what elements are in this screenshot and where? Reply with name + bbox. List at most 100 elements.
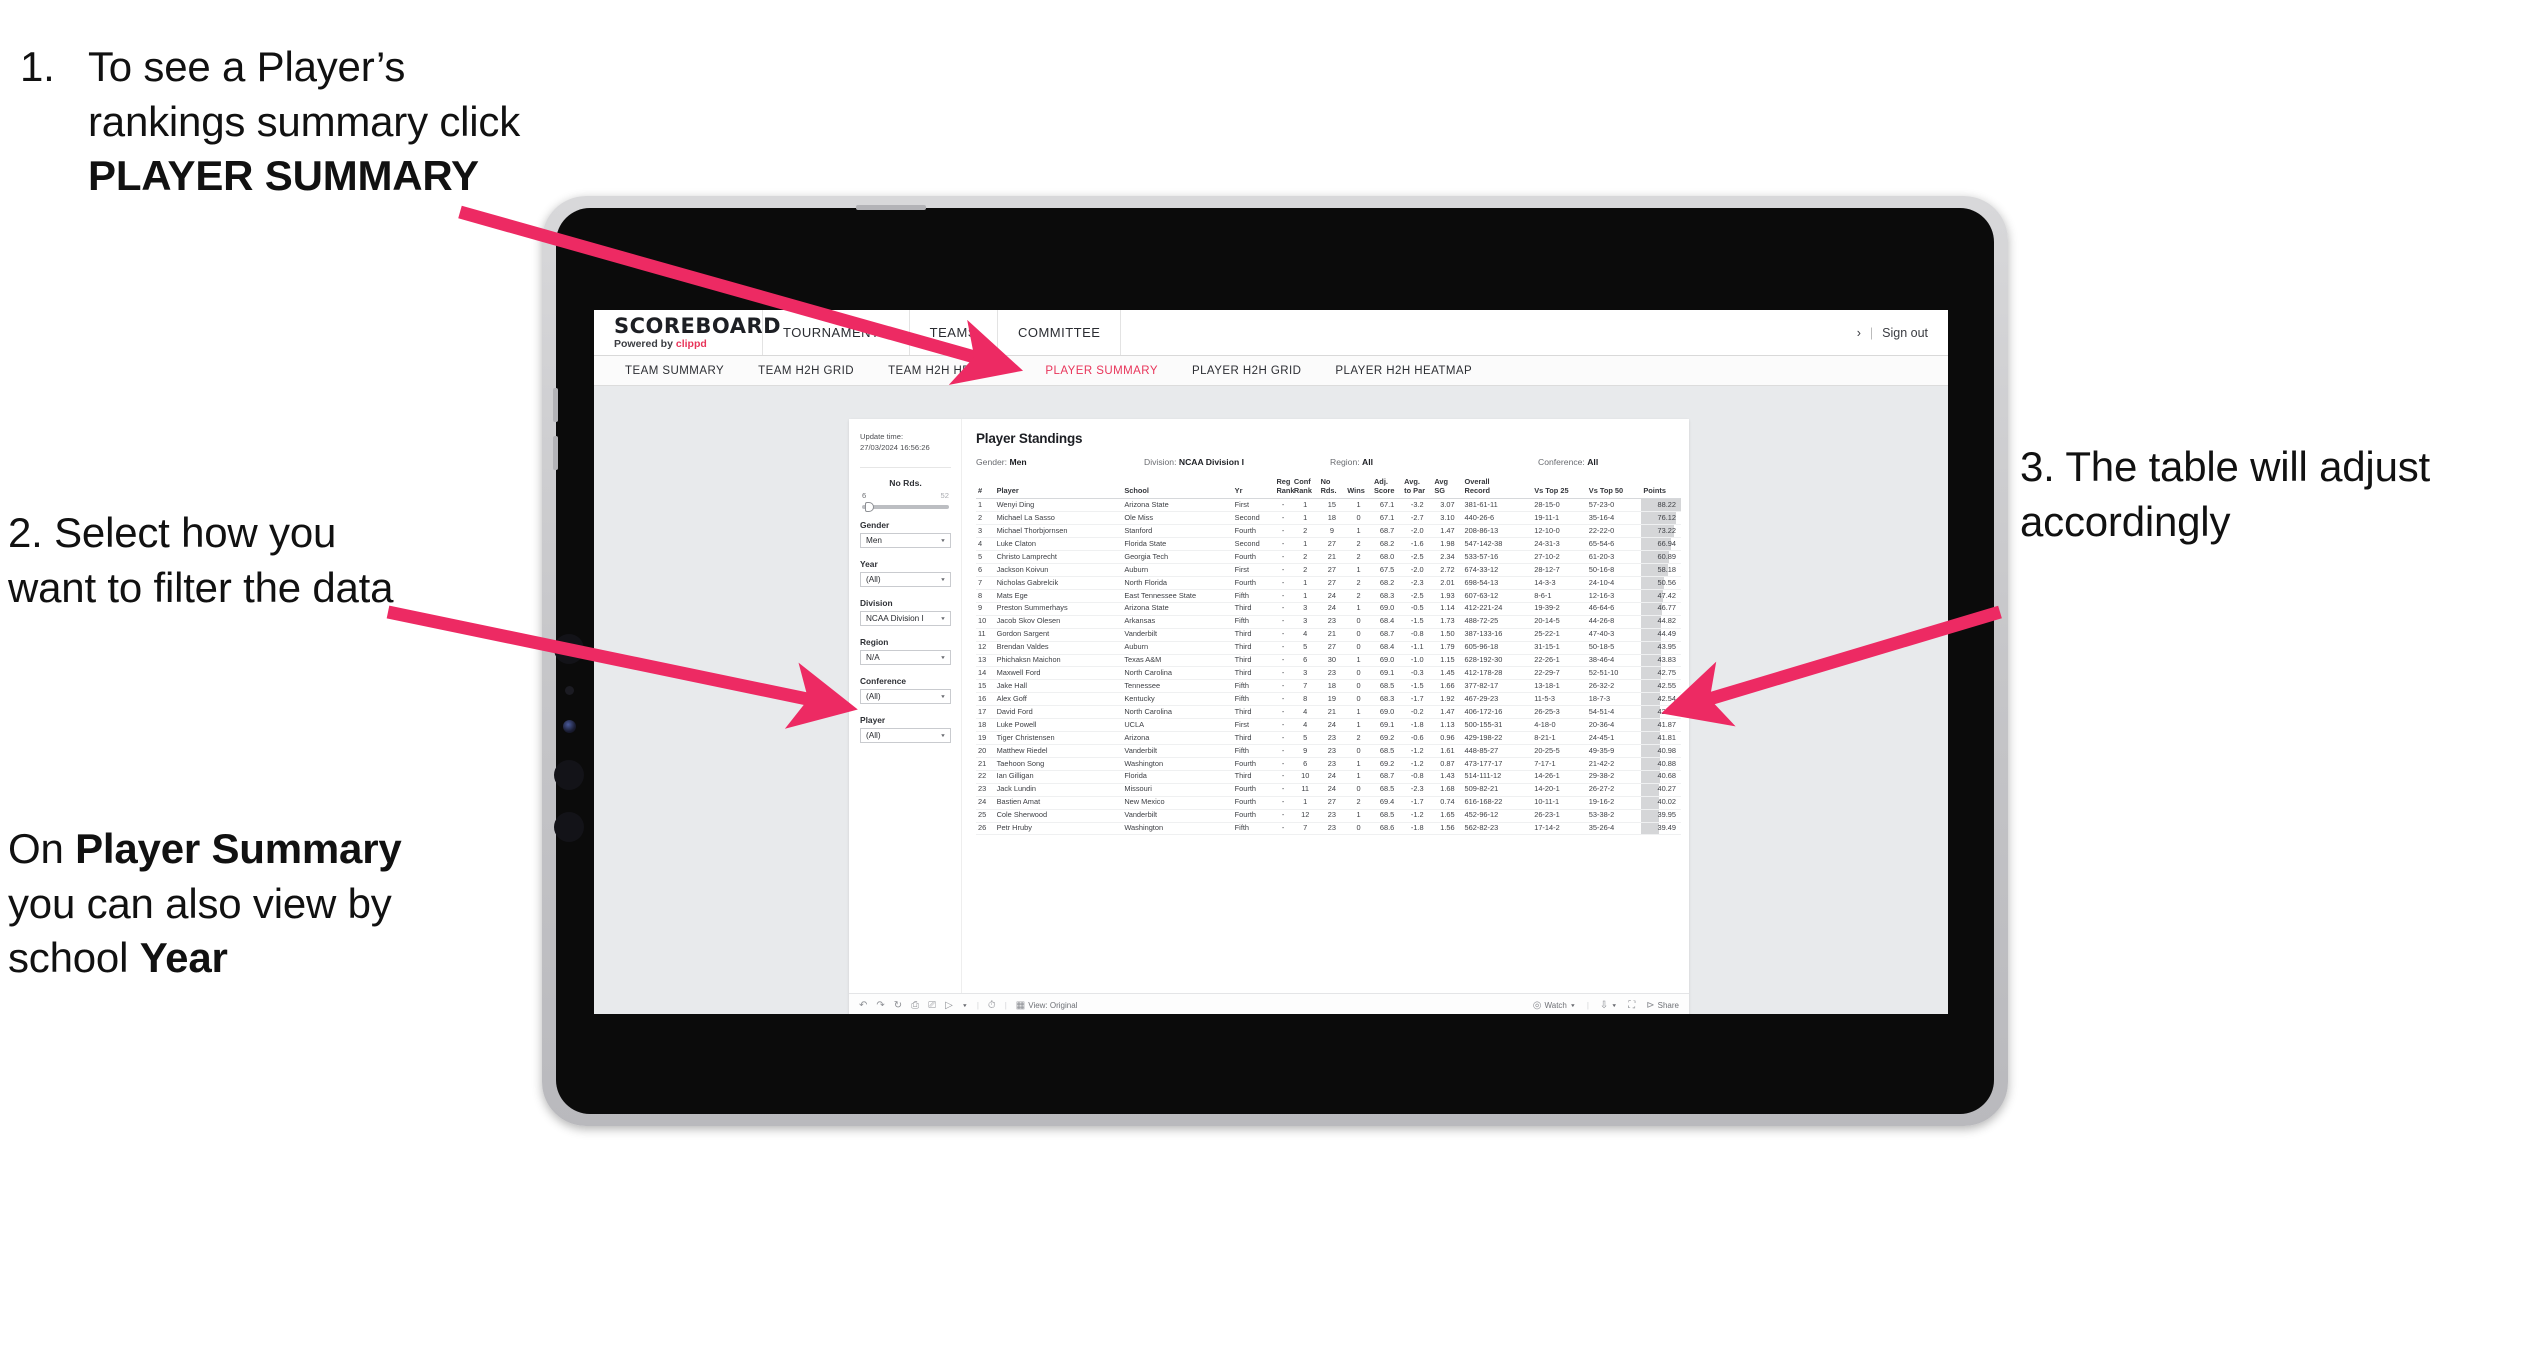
cell-reg-rank: - bbox=[1274, 666, 1292, 681]
filter-region-label: Region bbox=[860, 637, 889, 647]
col-adj-score[interactable]: Adj. Score bbox=[1371, 477, 1403, 500]
cell-player: Ian Gilligan bbox=[994, 770, 1123, 784]
col-player[interactable]: Player bbox=[994, 478, 1123, 500]
cell-school: Kentucky bbox=[1122, 692, 1233, 707]
col-conf-rank[interactable]: Conf Rank bbox=[1291, 477, 1319, 500]
user-menu-icon[interactable]: › bbox=[1857, 326, 1861, 340]
table-row[interactable]: 23 Jack Lundin Missouri Fourth -11 24 0 68.5 -2.… bbox=[976, 783, 1681, 797]
col-avg-to-par[interactable]: Avg. to Par bbox=[1402, 477, 1433, 500]
filter-no-rds: No Rds. 6 52 bbox=[860, 478, 951, 512]
col-wins[interactable]: Wins bbox=[1345, 478, 1372, 500]
table-row[interactable]: 15 Jake Hall Tennessee Fifth -7 18 0 68.5 -1.5 1.… bbox=[976, 679, 1681, 694]
cell-yr: Third bbox=[1232, 628, 1275, 642]
table-row[interactable]: 6 Jackson Koivun Auburn First -2 27 1 67.5 -2.0 2… bbox=[976, 563, 1681, 577]
filter-division-select[interactable]: NCAA Division I ▼ bbox=[860, 611, 951, 626]
table-row[interactable]: 20 Matthew Riedel Vanderbilt Fifth -9 23 0 68.5… bbox=[976, 744, 1681, 758]
table-row[interactable]: 16 Alex Goff Kentucky Fifth -8 19 0 68.3 -1.7 1.9… bbox=[976, 692, 1681, 707]
cell-school: Auburn bbox=[1122, 563, 1233, 577]
sign-out-link[interactable]: Sign out bbox=[1882, 326, 1928, 340]
header-divider: | bbox=[1869, 325, 1874, 340]
cell-avg-sg: 1.13 bbox=[1432, 718, 1463, 733]
watch-button[interactable]: ◎ Watch ▼ bbox=[1533, 1000, 1576, 1011]
table-row[interactable]: 25 Cole Sherwood Vanderbilt Fourth -12 23 1 68.… bbox=[976, 809, 1681, 823]
cell-rank: 23 bbox=[976, 783, 995, 797]
col-vs-top25[interactable]: Vs Top 25 bbox=[1532, 478, 1587, 500]
cell-yr: Third bbox=[1232, 666, 1275, 681]
fullscreen-icon[interactable]: ⛶ bbox=[1628, 1000, 1635, 1011]
table-row[interactable]: 5 Christo Lamprecht Georgia Tech Fourth -2 21… bbox=[976, 550, 1681, 565]
undo-icon[interactable]: ↶ bbox=[859, 1000, 867, 1011]
table-row[interactable]: 13 Phichaksn Maichon Texas A&M Third -6 30 1 69… bbox=[976, 654, 1681, 668]
table-row[interactable]: 4 Luke Claton Florida State Second -1 27 2 68.2… bbox=[976, 537, 1681, 552]
refresh-icon[interactable]: ⎙ bbox=[911, 1000, 919, 1011]
download-button[interactable]: ⇩ ▼ bbox=[1600, 1000, 1617, 1011]
table-row[interactable]: 12 Brendan Valdes Auburn Third -5 27 0 68.4 -1.1… bbox=[976, 641, 1681, 655]
cell-wins: 2 bbox=[1345, 796, 1372, 810]
pause-updates-icon[interactable]: ⎚ bbox=[928, 1000, 936, 1011]
primary-nav: TOURNAMENTS TEAMS COMMITTEE bbox=[762, 310, 1122, 355]
filter-conference-select[interactable]: (All) ▼ bbox=[860, 689, 951, 704]
col-vs-top50[interactable]: Vs Top 50 bbox=[1586, 478, 1642, 500]
table-row[interactable]: 21 Taehoon Song Washington Fourth -6 23 1 69.2-… bbox=[976, 757, 1681, 771]
table-row[interactable]: 14 Maxwell Ford North Carolina Third -3 23 0 69… bbox=[976, 666, 1681, 681]
tab-team-h2h-grid[interactable]: TEAM H2H GRID bbox=[741, 365, 871, 377]
col-overall-record[interactable]: Overall Record bbox=[1462, 477, 1533, 500]
col-avg-sg[interactable]: Avg SG bbox=[1432, 477, 1463, 500]
table-row[interactable]: 11 Gordon Sargent Vanderbilt Third -4 21 0 68.7… bbox=[976, 628, 1681, 642]
table-row[interactable]: 26 Petr Hruby Washington Fifth -7 23 0 68.6 -1.8… bbox=[976, 822, 1681, 836]
table-row[interactable]: 18 Luke Powell UCLA First -4 24 1 69.1 -1.8 1.13 5… bbox=[976, 718, 1681, 733]
table-row[interactable]: 2 Michael La Sasso Ole Miss Second -1 18 0 67.1… bbox=[976, 511, 1681, 526]
table-row[interactable]: 22 Ian Gilligan Florida Third -10 24 1 68.7 -0.8… bbox=[976, 770, 1681, 784]
table-row[interactable]: 8 Mats Ege East Tennessee State Fifth -1 24 2 6… bbox=[976, 589, 1681, 603]
table-row[interactable]: 3 Michael Thorbjornsen Stanford Fourth -2 9 1 6… bbox=[976, 524, 1681, 539]
col-wins-l1: Wins bbox=[1347, 485, 1365, 495]
cell-player: Wenyi Ding bbox=[994, 498, 1123, 513]
tab-player-h2h-grid[interactable]: PLAYER H2H GRID bbox=[1175, 365, 1318, 377]
alerts-icon[interactable]: ▷ bbox=[945, 1000, 953, 1011]
col-rank[interactable]: # bbox=[976, 478, 995, 500]
nav-tournaments[interactable]: TOURNAMENTS bbox=[762, 310, 909, 355]
tab-team-summary[interactable]: TEAM SUMMARY bbox=[608, 365, 741, 377]
redo-icon[interactable]: ↷ bbox=[876, 1000, 884, 1011]
history-icon[interactable]: ⏱ bbox=[988, 1000, 996, 1011]
col-no-rds[interactable]: No Rds. bbox=[1318, 477, 1346, 500]
col-school[interactable]: School bbox=[1122, 478, 1233, 500]
share-button[interactable]: ⊳ Share bbox=[1646, 1000, 1679, 1011]
table-row[interactable]: 9 Preston Summerhays Arizona State Third -3 2… bbox=[976, 602, 1681, 616]
filter-player-select[interactable]: (All) ▼ bbox=[860, 728, 951, 743]
cell-avg-sg: 1.73 bbox=[1432, 615, 1463, 629]
points-value: 76.12 bbox=[1657, 512, 1677, 522]
filter-gender-select[interactable]: Men ▼ bbox=[860, 533, 951, 548]
view-original-button[interactable]: ▦ View: Original bbox=[1016, 1000, 1078, 1011]
table-row[interactable]: 24 Bastien Amat New Mexico Fourth -1 27 2 69.4-… bbox=[976, 796, 1681, 810]
no-rds-slider-handle[interactable] bbox=[865, 502, 874, 512]
col-points[interactable]: Points bbox=[1641, 478, 1681, 500]
col-reg-rank[interactable]: Reg Rank bbox=[1274, 477, 1295, 500]
filter-division-label: Division bbox=[860, 598, 893, 608]
cell-reg-rank: - bbox=[1274, 705, 1292, 720]
cell-reg-rank: - bbox=[1274, 796, 1292, 810]
revert-icon[interactable]: ↻ bbox=[894, 1000, 902, 1011]
tab-player-summary[interactable]: PLAYER SUMMARY bbox=[1028, 365, 1175, 377]
cell-avg-to-par: -1.2 bbox=[1402, 757, 1433, 771]
table-row[interactable]: 10 Jacob Skov Olesen Arkansas Fifth -3 23 0 68.… bbox=[976, 615, 1681, 629]
cell-player: Gordon Sargent bbox=[994, 628, 1123, 642]
cell-school: Texas A&M bbox=[1122, 654, 1233, 668]
share-label: Share bbox=[1657, 1001, 1679, 1010]
clippd-name: clippd bbox=[675, 338, 707, 351]
filter-year-select[interactable]: (All) ▼ bbox=[860, 572, 951, 587]
nav-teams[interactable]: TEAMS bbox=[908, 310, 997, 355]
filter-region-select[interactable]: N/A ▼ bbox=[860, 650, 951, 665]
annotation-step-1: 1. To see a Player’s rankings summary cl… bbox=[20, 40, 540, 204]
nav-committee[interactable]: COMMITTEE bbox=[996, 310, 1122, 355]
chevron-down-icon[interactable]: ▼ bbox=[962, 1003, 968, 1008]
table-row[interactable]: 7 Nicholas Gabrelcik North Florida Fourth -1… bbox=[976, 576, 1681, 590]
tab-player-h2h-heatmap[interactable]: PLAYER H2H HEATMAP bbox=[1318, 365, 1489, 377]
cell-player: Alex Goff bbox=[994, 692, 1123, 707]
table-row[interactable]: 19 Tiger Christensen Arizona Third -5 23 2 69.2… bbox=[976, 731, 1681, 745]
col-yr[interactable]: Yr bbox=[1232, 478, 1275, 500]
tab-team-h2h-heatmap[interactable]: TEAM H2H HEATMAP bbox=[871, 365, 1028, 377]
table-row[interactable]: 1 Wenyi Ding Arizona State First -1 15 1 67.1 -3… bbox=[976, 498, 1681, 513]
table-row[interactable]: 17 David Ford North Carolina Third -4 21 1 69.0… bbox=[976, 705, 1681, 720]
no-rds-slider[interactable] bbox=[862, 502, 949, 512]
